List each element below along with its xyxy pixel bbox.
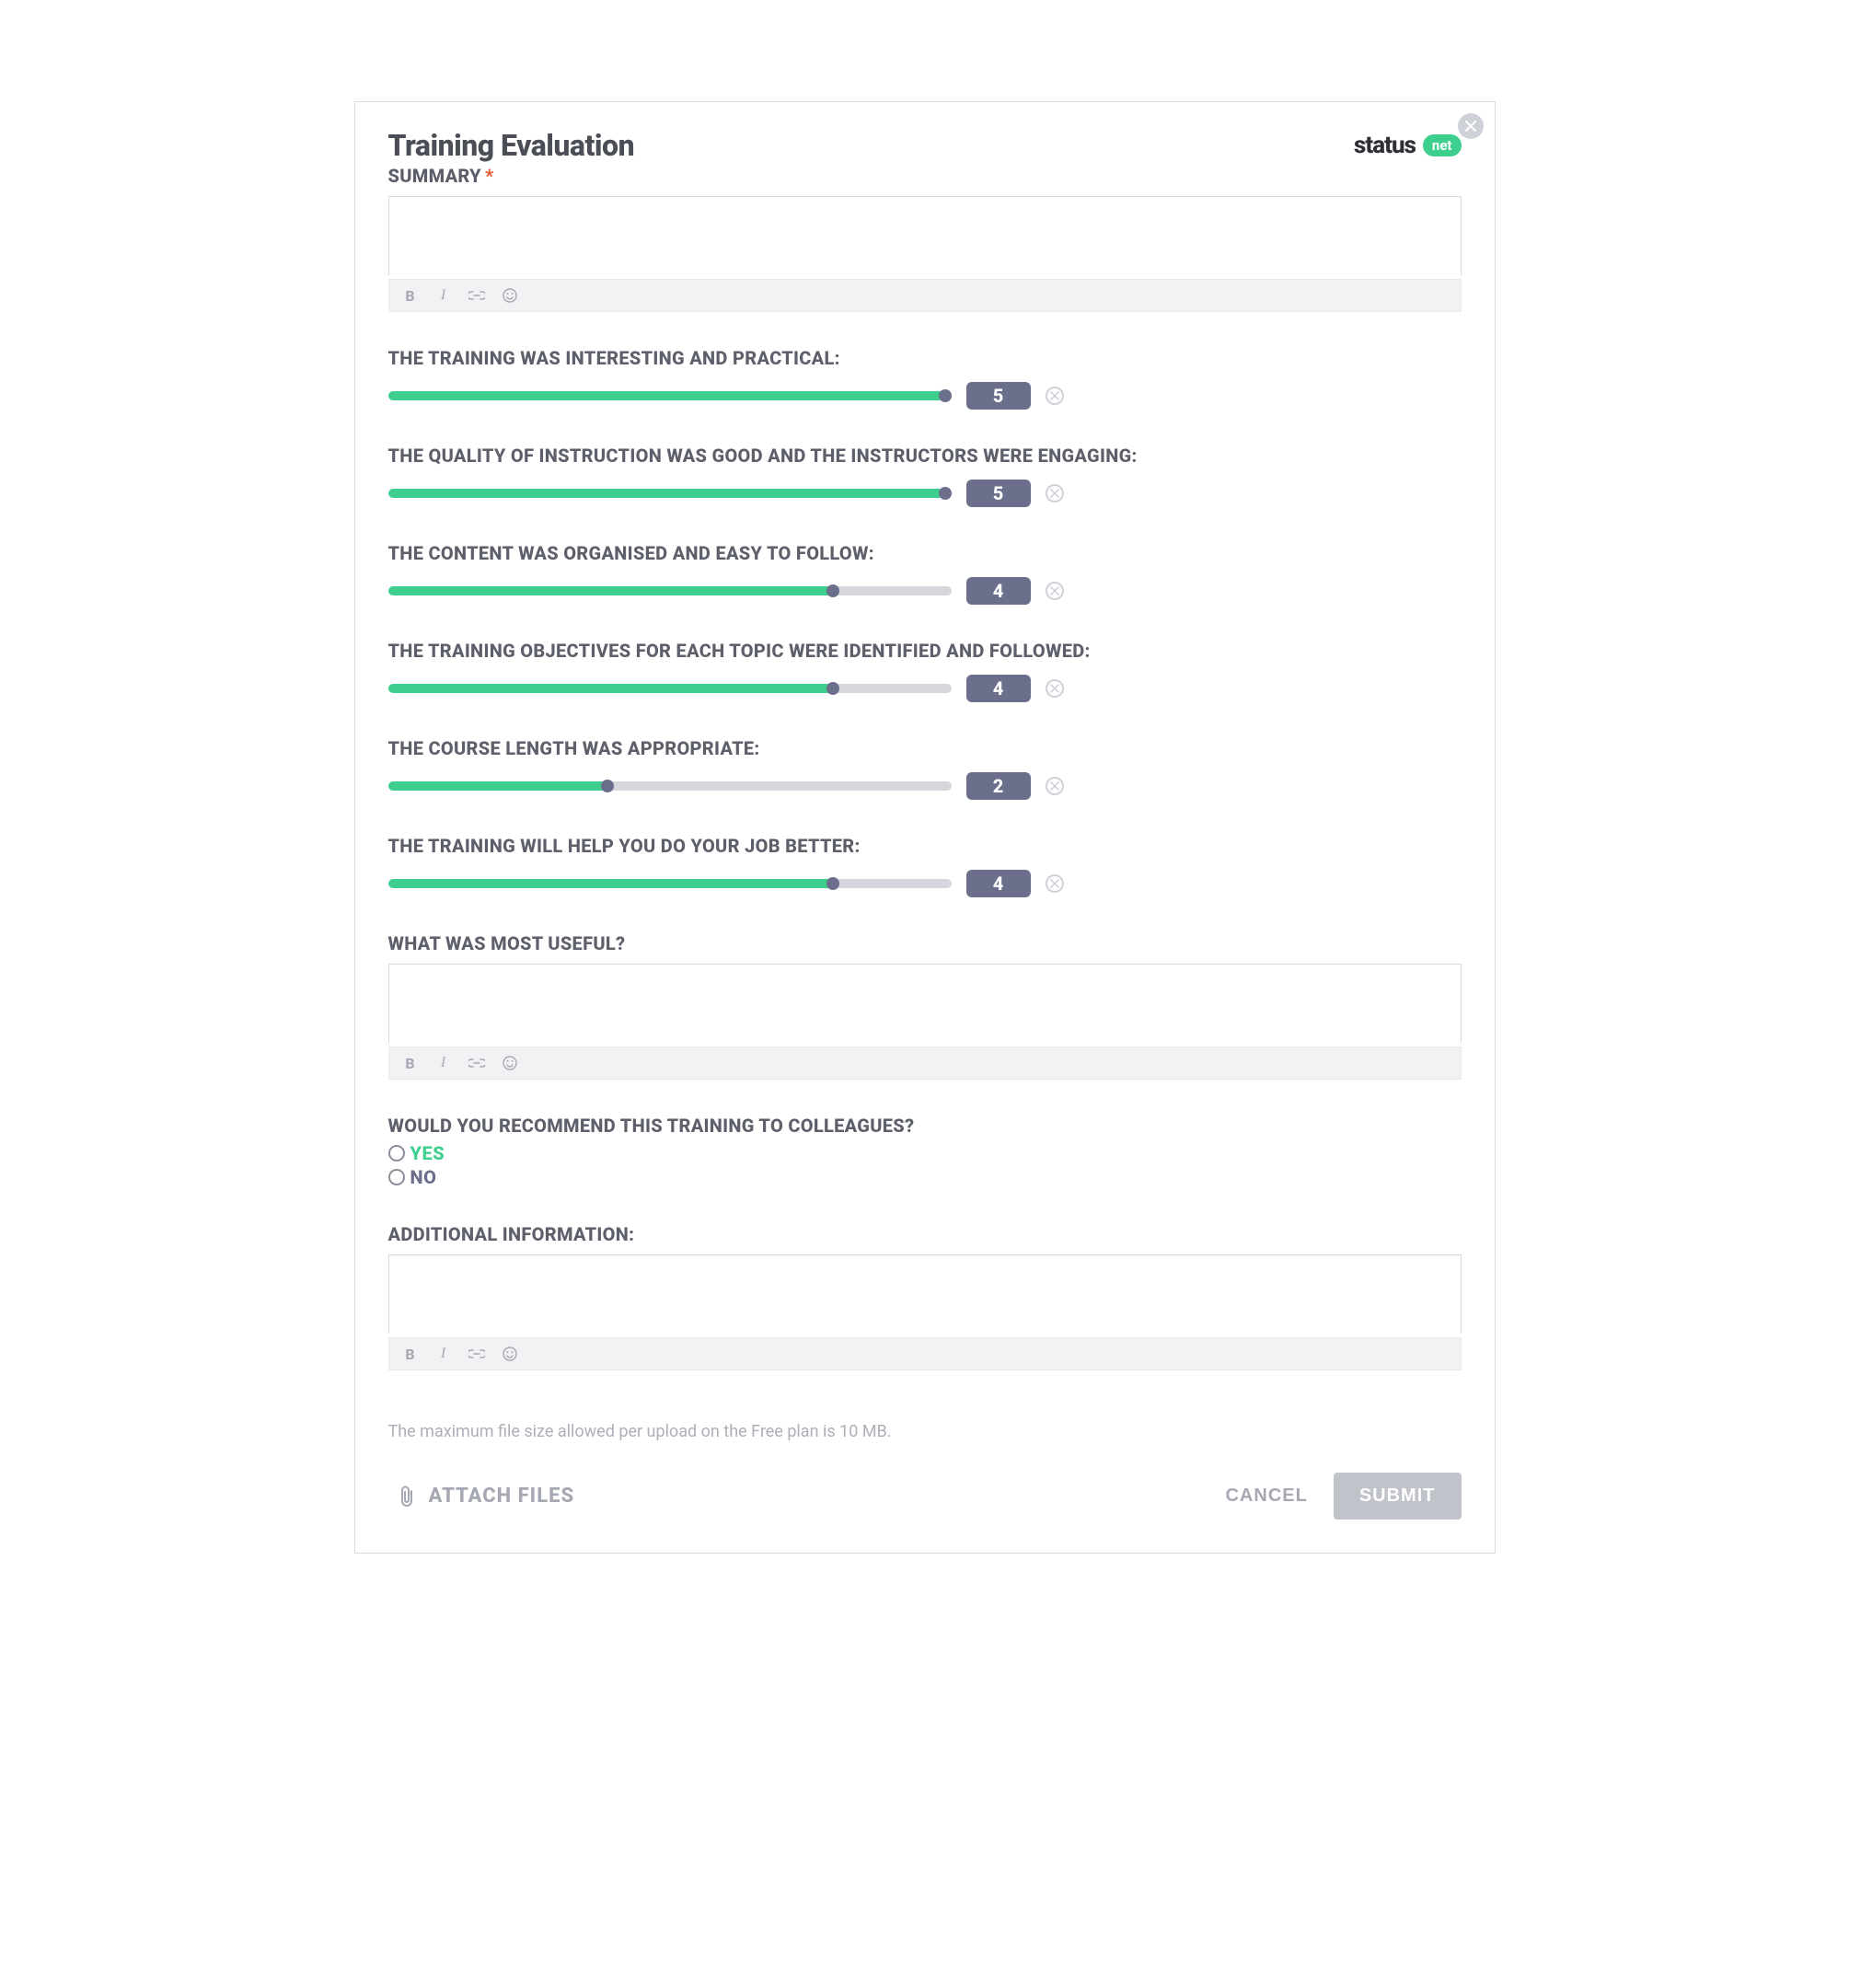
rating-clear[interactable] (1046, 582, 1064, 600)
rating-slider[interactable] (388, 781, 952, 791)
additional-block: ADDITIONAL INFORMATION: B I (388, 1223, 1462, 1370)
rating-value: 5 (966, 382, 1031, 410)
italic-icon[interactable]: I (433, 285, 454, 306)
paperclip-icon (398, 1485, 416, 1508)
rating-value: 2 (966, 772, 1031, 800)
additional-toolbar: B I (388, 1337, 1462, 1370)
rating-block-3: THE TRAINING OBJECTIVES FOR EACH TOPIC W… (388, 640, 1462, 702)
rating-block-2: THE CONTENT WAS ORGANISED AND EASY TO FO… (388, 542, 1462, 605)
recommend-block: WOULD YOU RECOMMEND THIS TRAINING TO COL… (388, 1115, 1462, 1188)
page-title: Training Evaluation (388, 128, 635, 163)
summary-input[interactable] (388, 196, 1462, 275)
file-size-note: The maximum file size allowed per upload… (388, 1422, 1462, 1441)
useful-block: WHAT WAS MOST USEFUL? B I (388, 932, 1462, 1080)
rating-slider-row: 4 (388, 870, 1462, 897)
actions: CANCEL SUBMIT (1225, 1473, 1461, 1520)
rating-value: 5 (966, 480, 1031, 507)
attach-files[interactable]: ATTACH FILES (388, 1485, 575, 1508)
rating-value: 4 (966, 675, 1031, 702)
link-icon[interactable] (467, 1344, 487, 1364)
brand-logo: status net (1354, 132, 1462, 159)
summary-toolbar: B I (388, 279, 1462, 312)
close-button[interactable] (1458, 113, 1484, 139)
rating-clear[interactable] (1046, 484, 1064, 503)
form-card: Training Evaluation SUMMARY* status net … (354, 101, 1496, 1554)
rating-clear[interactable] (1046, 387, 1064, 405)
rating-clear[interactable] (1046, 777, 1064, 795)
rating-slider-row: 5 (388, 382, 1462, 410)
bold-icon[interactable]: B (400, 1053, 421, 1073)
rating-slider[interactable] (388, 489, 952, 498)
italic-icon[interactable]: I (433, 1344, 454, 1364)
emoji-icon[interactable] (500, 1053, 520, 1073)
rating-slider[interactable] (388, 684, 952, 693)
brand-text: status (1354, 132, 1416, 159)
rating-label: THE COURSE LENGTH WAS APPROPRIATE: (388, 737, 1462, 759)
rating-clear[interactable] (1046, 874, 1064, 893)
rating-block-5: THE TRAINING WILL HELP YOU DO YOUR JOB B… (388, 835, 1462, 897)
rating-label: THE QUALITY OF INSTRUCTION WAS GOOD AND … (388, 445, 1462, 467)
bold-icon[interactable]: B (400, 285, 421, 306)
rating-value: 4 (966, 577, 1031, 605)
rating-slider-row: 4 (388, 577, 1462, 605)
rating-block-0: THE TRAINING WAS INTERESTING AND PRACTIC… (388, 347, 1462, 410)
emoji-icon[interactable] (500, 1344, 520, 1364)
rating-slider-row: 2 (388, 772, 1462, 800)
rating-slider-row: 4 (388, 675, 1462, 702)
additional-input[interactable] (388, 1254, 1462, 1334)
rating-block-4: THE COURSE LENGTH WAS APPROPRIATE: 2 (388, 737, 1462, 800)
additional-label: ADDITIONAL INFORMATION: (388, 1223, 1462, 1245)
rating-value: 4 (966, 870, 1031, 897)
useful-toolbar: B I (388, 1046, 1462, 1080)
summary-label: SUMMARY (388, 165, 481, 187)
radio-yes[interactable] (388, 1145, 405, 1162)
submit-button[interactable]: SUBMIT (1334, 1473, 1462, 1520)
radio-no[interactable] (388, 1169, 405, 1185)
radio-yes-label: YES (410, 1142, 445, 1164)
rating-label: THE TRAINING WILL HELP YOU DO YOUR JOB B… (388, 835, 1462, 857)
additional-editor: B I (388, 1254, 1462, 1370)
rating-slider[interactable] (388, 391, 952, 400)
attach-label: ATTACH FILES (429, 1485, 575, 1508)
header: Training Evaluation SUMMARY* status net (388, 128, 1462, 187)
rating-slider[interactable] (388, 879, 952, 888)
close-icon (1465, 121, 1476, 132)
required-mark: * (485, 165, 494, 187)
useful-label: WHAT WAS MOST USEFUL? (388, 932, 1462, 954)
radio-no-label: NO (410, 1166, 437, 1188)
rating-label: THE TRAINING WAS INTERESTING AND PRACTIC… (388, 347, 1462, 369)
cancel-button[interactable]: CANCEL (1225, 1485, 1307, 1507)
rating-clear[interactable] (1046, 679, 1064, 698)
link-icon[interactable] (467, 1053, 487, 1073)
bold-icon[interactable]: B (400, 1344, 421, 1364)
recommend-label: WOULD YOU RECOMMEND THIS TRAINING TO COL… (388, 1115, 1462, 1137)
italic-icon[interactable]: I (433, 1053, 454, 1073)
recommend-yes-row: YES (388, 1142, 1462, 1164)
link-icon[interactable] (467, 285, 487, 306)
brand-pill: net (1423, 134, 1462, 156)
useful-editor: B I (388, 964, 1462, 1080)
rating-slider-row: 5 (388, 480, 1462, 507)
rating-slider[interactable] (388, 586, 952, 595)
emoji-icon[interactable] (500, 285, 520, 306)
rating-label: THE TRAINING OBJECTIVES FOR EACH TOPIC W… (388, 640, 1462, 662)
rating-block-1: THE QUALITY OF INSTRUCTION WAS GOOD AND … (388, 445, 1462, 507)
rating-label: THE CONTENT WAS ORGANISED AND EASY TO FO… (388, 542, 1462, 564)
recommend-options: YES NO (388, 1142, 1462, 1188)
footer: ATTACH FILES CANCEL SUBMIT (388, 1473, 1462, 1520)
summary-editor: B I (388, 196, 1462, 312)
useful-input[interactable] (388, 964, 1462, 1043)
recommend-no-row: NO (388, 1166, 1462, 1188)
